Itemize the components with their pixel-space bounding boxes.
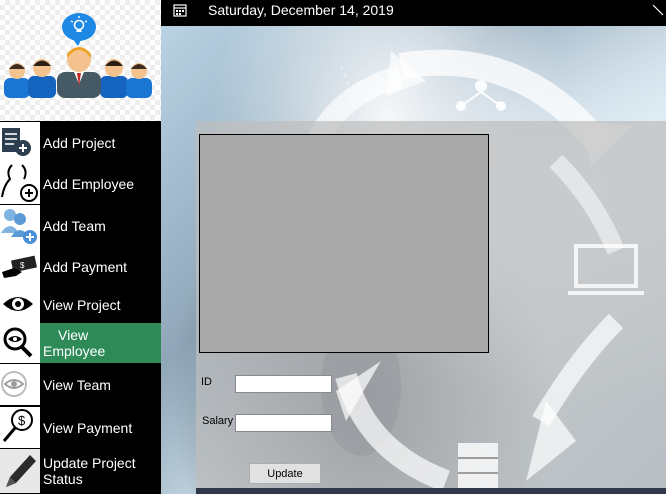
svg-text:$: $ [20,261,25,270]
sidebar-item-label: View Payment [43,419,133,436]
sidebar-item-label: Add Payment [43,258,128,275]
sidebar-item-view-project[interactable]: View Project [0,284,161,325]
date-label: Saturday, December 14, 2019 [208,2,394,18]
money-hand-icon: $ [0,246,40,287]
sidebar-item-view-team[interactable]: View Team [0,364,161,405]
sidebar-item-add-employee[interactable]: Add Employee [0,163,161,204]
team-add-icon [0,205,40,246]
id-label: ID [201,376,212,388]
sidebar-item-label: View Employee [43,323,123,363]
sidebar-item-view-employee[interactable]: View Employee [0,323,161,363]
corner-arrow-icon[interactable] [652,3,664,21]
salary-field[interactable] [235,414,332,432]
id-field[interactable] [235,375,332,393]
sidebar-item-add-project[interactable]: Add Project [0,122,161,163]
update-button[interactable]: Update [249,463,321,484]
svg-text:$: $ [18,413,26,428]
sidebar-item-label: Add Project [43,134,116,151]
calendar-icon [173,3,187,22]
sidebar-item-label: Update Project Status [43,455,136,487]
sidebar-item-label: Add Employee [43,175,135,192]
sidebar: Add Project Add Employee Add Team $ Add … [0,121,161,494]
sidebar-item-label: View Project [43,296,121,313]
logo-area [0,0,161,121]
eye-icon [0,284,40,325]
person-add-icon [0,163,40,204]
magnifier-eye-icon [0,323,40,363]
eye-outline-icon [0,364,40,405]
dollar-magnifier-icon: $ [0,407,40,448]
pencil-icon [0,449,40,493]
sidebar-item-update-project-status[interactable]: Update Project Status [0,449,161,493]
sidebar-item-label: View Team [43,376,111,393]
sidebar-item-label: Add Team [43,217,106,234]
sidebar-item-add-team[interactable]: Add Team [0,205,161,246]
bottom-strip [196,488,666,494]
header-bar: Saturday, December 14, 2019 [161,0,666,26]
sidebar-item-label-text: View Employee [43,327,106,359]
salary-label: Salary [202,415,234,427]
sidebar-item-view-payment[interactable]: $ View Payment [0,407,161,448]
employee-photo [199,134,489,353]
sidebar-item-add-payment[interactable]: $ Add Payment [0,246,161,287]
document-add-icon [0,122,40,163]
team-lightbulb-logo [4,13,152,98]
